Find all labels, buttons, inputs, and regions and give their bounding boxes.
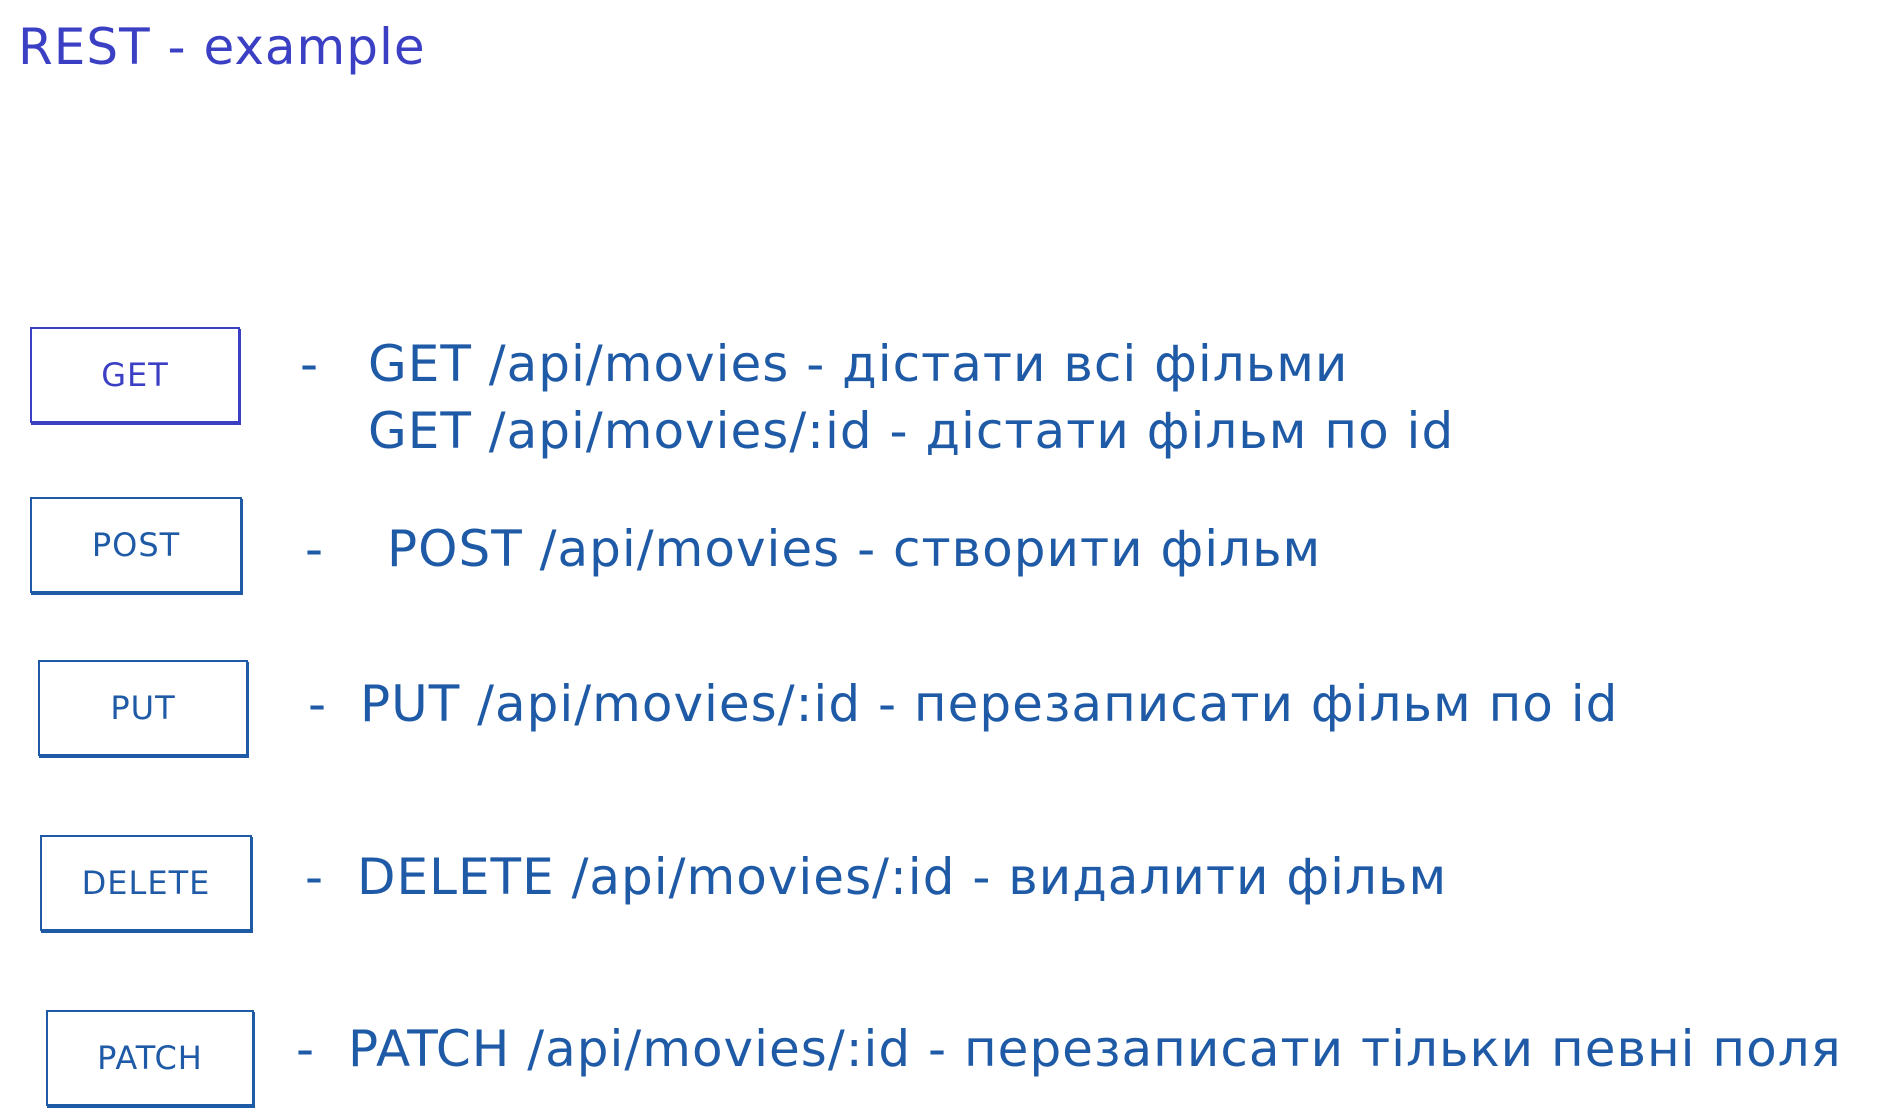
post-description: POST /api/movies - створити фільм [387, 520, 1322, 578]
patch-method-box: PATCH [46, 1010, 254, 1106]
patch-method-label: PATCH [97, 1039, 203, 1077]
put-method-box: PUT [38, 660, 248, 756]
put-description: PUT /api/movies/:id - перезаписати фільм… [360, 675, 1619, 733]
put-method-label: PUT [110, 689, 176, 727]
delete-description: DELETE /api/movies/:id - видалити фільм [357, 848, 1448, 906]
delete-method-box: DELETE [40, 835, 252, 931]
delete-method-label: DELETE [81, 864, 211, 902]
page-title: REST - example [18, 18, 426, 76]
patch-description: PATCH /api/movies/:id - перезаписати тіл… [348, 1020, 1842, 1078]
patch-dash: - [296, 1020, 315, 1078]
delete-dash: - [305, 848, 324, 906]
post-method-box: POST [30, 497, 242, 593]
post-method-label: POST [91, 526, 181, 564]
post-dash: - [305, 520, 324, 578]
get-dash: - [300, 335, 319, 393]
get-method-box: GET [30, 327, 240, 423]
get-by-id-description: GET /api/movies/:id - дістати фільм по i… [368, 402, 1455, 460]
get-method-label: GET [101, 356, 169, 394]
put-dash: - [308, 675, 327, 733]
get-all-description: GET /api/movies - дістати всі фільми [368, 335, 1349, 393]
